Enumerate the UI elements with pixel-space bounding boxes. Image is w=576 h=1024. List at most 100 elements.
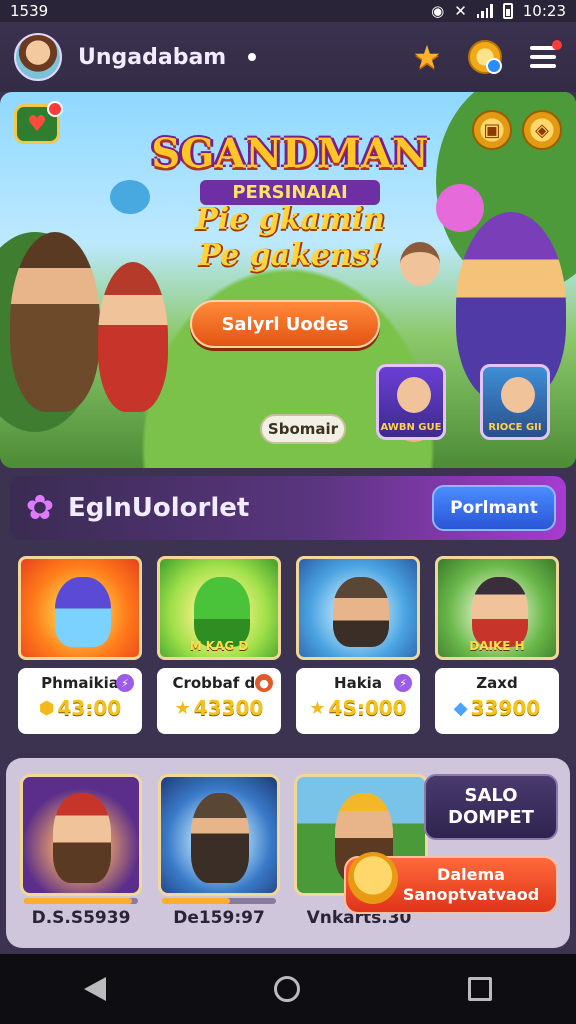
- shield-badge-icon[interactable]: ♥: [14, 101, 63, 144]
- section-header: ✿ EglnUolorlet Porlmant: [10, 476, 566, 540]
- app-notification-icon: ◉: [431, 2, 445, 20]
- status-left-text: 1539: [10, 2, 49, 20]
- promo-progress-bar: [24, 898, 138, 904]
- online-indicator: [248, 53, 257, 61]
- wallet-label-line1: SALO: [464, 785, 518, 806]
- coin-icon: ⬢: [38, 697, 55, 719]
- section-action-button[interactable]: Porlmant: [432, 485, 556, 531]
- hero-banner[interactable]: ♥ ▣ ◈ SGANDMAN PERSINAIAI Pie gkamin Pe …: [0, 92, 576, 468]
- hero-cta-button[interactable]: Salyrl Uodes: [190, 300, 380, 348]
- hero-title: SGANDMAN: [151, 130, 429, 177]
- badge-icon: ⚡: [394, 674, 412, 692]
- game-character: [194, 577, 250, 647]
- game-card[interactable]: Phmaikia ⚡ ⬢ 43:00: [18, 556, 142, 736]
- wallet-button[interactable]: SALO DOMPET: [424, 774, 558, 840]
- price-value: 33900: [470, 696, 541, 720]
- game-thumbnail[interactable]: DAIKE H: [435, 556, 559, 660]
- gear-icon: ✿: [25, 488, 55, 528]
- star-icon: ★: [309, 697, 326, 719]
- section-title: EglnUolorlet: [68, 493, 250, 523]
- hero-mini-card[interactable]: AWBN GUE: [376, 364, 446, 440]
- price-value: 43300: [193, 696, 264, 720]
- badge-icon: ⚡: [116, 674, 134, 692]
- promo-progress-bar: [162, 898, 276, 904]
- price-value: 43:00: [57, 696, 122, 720]
- back-icon[interactable]: [84, 977, 106, 1001]
- pink-pet-character: [436, 184, 484, 232]
- mini-card-label: AWBN GUE: [380, 422, 442, 433]
- game-thumbnail[interactable]: M KAG D: [157, 556, 281, 660]
- game-info: Phmaikia ⚡ ⬢ 43:00: [18, 668, 142, 734]
- battery-icon: [502, 3, 513, 19]
- menu-icon-line: [530, 64, 556, 68]
- bottom-panel: D.S.S5939 De159:97 Vnkarts.30 SALO DOMPE…: [6, 758, 570, 948]
- hero-mini-card[interactable]: RIOCE GII: [480, 364, 550, 440]
- menu-button[interactable]: [524, 38, 562, 76]
- system-nav-bar: [0, 954, 576, 1024]
- game-price: ★ 4S:000: [302, 696, 414, 720]
- blue-pet-character: [110, 180, 150, 214]
- adventurer-character: [10, 232, 100, 412]
- game-info: Hakia ⚡ ★ 4S:000: [296, 668, 420, 734]
- hero-tagline: Pie gkamin: [195, 202, 385, 237]
- progress-fill: [162, 898, 231, 904]
- boy-character: [400, 242, 440, 286]
- progress-fill: [24, 898, 133, 904]
- character-portrait: [397, 377, 431, 413]
- game-character: [333, 577, 389, 647]
- mini-card-label: RIOCE GII: [488, 422, 542, 433]
- coins-button[interactable]: [466, 38, 504, 76]
- menu-icon-line: [530, 55, 556, 59]
- game-grid: Phmaikia ⚡ ⬢ 43:00 M KAG D Crobbaf do ● …: [18, 556, 560, 736]
- game-card[interactable]: DAIKE H Zaxd ◆ 33900: [435, 556, 559, 736]
- username: Ungadabam: [78, 44, 227, 70]
- thumbnail-label: DAIKE H: [469, 639, 525, 653]
- favorites-button[interactable]: ★: [408, 38, 446, 76]
- game-price: ⬢ 43:00: [24, 696, 136, 720]
- game-info: Zaxd ◆ 33900: [435, 668, 559, 734]
- promo-card[interactable]: [158, 774, 280, 896]
- game-card[interactable]: M KAG D Crobbaf do ● ★ 43300: [157, 556, 281, 736]
- promo-character: [191, 793, 249, 883]
- promo-caption: De159:97: [173, 908, 265, 928]
- status-bar: 1539 ◉ ✕ 10:23: [0, 0, 576, 22]
- wallet-label-line2: DOMPET: [448, 807, 534, 828]
- signal-icon: [476, 4, 493, 18]
- offer-label-line2: Sanoptvatvaod: [402, 885, 540, 904]
- pet-mascot-icon: [348, 852, 398, 904]
- recents-icon[interactable]: [468, 977, 492, 1001]
- game-thumbnail[interactable]: [296, 556, 420, 660]
- wifi-off-icon: ✕: [454, 2, 467, 20]
- coin-icon: [468, 40, 502, 74]
- gem-icon: ◆: [453, 697, 468, 719]
- hero-tagline: Pe gakens!: [198, 238, 382, 273]
- game-thumbnail[interactable]: [18, 556, 142, 660]
- avatar[interactable]: [14, 33, 62, 81]
- offer-label-line1: Dalema: [437, 865, 505, 884]
- game-info: Crobbaf do ● ★ 43300: [157, 668, 281, 734]
- game-price: ★ 43300: [163, 696, 275, 720]
- game-character: [55, 577, 111, 647]
- hero-secondary-button[interactable]: Sbomair: [260, 414, 346, 444]
- price-value: 4S:000: [328, 696, 407, 720]
- thumbnail-label: M KAG D: [189, 639, 249, 653]
- shop-icon[interactable]: ▣: [472, 110, 512, 150]
- menu-icon-line: [530, 46, 556, 50]
- status-time: 10:23: [522, 2, 566, 20]
- game-card[interactable]: Hakia ⚡ ★ 4S:000: [296, 556, 420, 736]
- promo-card[interactable]: [20, 774, 142, 896]
- promo-caption: D.S.S5939: [31, 908, 131, 928]
- top-actions: ★: [408, 38, 562, 76]
- star-icon: ★: [412, 38, 442, 76]
- character-portrait: [501, 377, 535, 413]
- promo-character: [53, 793, 111, 883]
- badge-icon: ●: [255, 674, 273, 692]
- game-character: [472, 577, 528, 647]
- status-icons: ◉ ✕ 10:23: [431, 2, 566, 20]
- trophy-icon[interactable]: ◈: [522, 110, 562, 150]
- top-bar: Ungadabam ★: [0, 22, 576, 92]
- game-price: ◆ 33900: [441, 696, 553, 720]
- game-name: Zaxd: [476, 674, 518, 692]
- home-icon[interactable]: [274, 976, 300, 1002]
- star-icon: ★: [174, 697, 191, 719]
